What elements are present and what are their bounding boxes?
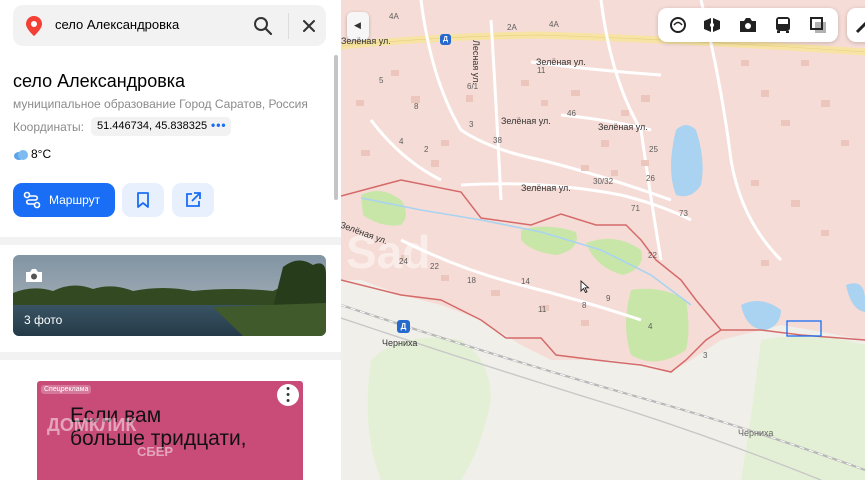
ad-menu-button[interactable]: • • • [277, 383, 299, 407]
layers-icon[interactable] [668, 15, 688, 35]
place-subtitle: муниципальное образование Город Саратов,… [13, 97, 308, 111]
chevron-left-icon: ◀ [354, 20, 361, 30]
bus-stop-icon[interactable]: Д [440, 34, 451, 45]
coordinates-more-button[interactable]: ••• [211, 118, 227, 132]
house-number: 22 [648, 251, 657, 260]
ad-brand-domclick: ДОМКЛИК [47, 415, 137, 435]
house-number: 38 [493, 136, 502, 145]
panel-scrollbar[interactable] [334, 55, 338, 200]
ad-tag: Спецреклама [41, 385, 92, 394]
location-pin-icon [26, 16, 42, 36]
coordinates-value[interactable]: 51.446734, 45.838325 [97, 120, 207, 132]
house-number: 2 [424, 145, 429, 154]
photo-count: 3 фото [24, 313, 63, 327]
house-number: 26 [646, 174, 655, 183]
street-label: Зелёная ул. [341, 36, 391, 46]
house-number: 25 [649, 145, 658, 154]
temperature: 8°C [31, 147, 52, 161]
house-number: 3 [703, 351, 708, 360]
house-number: 6/1 [467, 82, 479, 91]
street-label: Зелёная ул. [521, 183, 571, 193]
share-icon [186, 192, 201, 207]
close-icon[interactable] [296, 13, 322, 39]
house-number: 14 [521, 277, 530, 286]
map-canvas[interactable]: Sad [341, 0, 865, 480]
photo-gallery[interactable]: 3 фото [13, 255, 326, 336]
bookmark-button[interactable] [122, 183, 164, 217]
house-number: 30/32 [593, 177, 614, 186]
ruler-icon [855, 21, 865, 34]
ruler-button[interactable] [847, 8, 865, 42]
bookmark-icon [137, 192, 149, 208]
page-title: село Александровка [13, 71, 186, 91]
map-layers-toolbar [658, 8, 838, 42]
route-button-label: Маршрут [49, 193, 101, 207]
cursor-icon [580, 280, 590, 293]
house-number: 22 [430, 262, 439, 271]
house-number: 11 [537, 66, 546, 75]
house-number: 73 [679, 209, 688, 218]
section-divider [0, 237, 341, 245]
search-divider [288, 13, 289, 39]
house-number: 24 [399, 257, 408, 266]
house-number: 9 [606, 294, 611, 303]
locality-name: Черниха [738, 428, 774, 438]
house-number: 8 [414, 102, 419, 111]
house-number: 46 [567, 109, 576, 118]
street-label: Зелёная ул. [501, 116, 551, 126]
house-number: 4 [648, 322, 653, 331]
search-icon[interactable] [250, 13, 276, 39]
route-icon [23, 191, 41, 209]
house-number: 5 [379, 76, 384, 85]
map-style-icon[interactable] [808, 15, 828, 35]
house-number: 3 [469, 120, 474, 129]
house-number: 71 [631, 204, 640, 213]
place-panel: село Александровка село Александровка му… [0, 0, 341, 480]
train-station-icon[interactable]: Д [397, 320, 410, 333]
search-box[interactable]: село Александровка [13, 5, 326, 46]
bus-icon[interactable] [773, 15, 793, 35]
house-number: 18 [467, 276, 476, 285]
search-input[interactable]: село Александровка [55, 17, 179, 32]
route-button[interactable]: Маршрут [13, 183, 115, 217]
house-number: 11 [538, 305, 547, 314]
house-number: 4А [389, 12, 399, 21]
more-icon: • • • [286, 383, 290, 407]
station-name[interactable]: Черниха [382, 338, 417, 348]
house-number: 8 [582, 301, 587, 310]
street-label: Лесная ул. [471, 40, 481, 85]
cloud-icon [14, 150, 28, 160]
house-number: 4 [399, 137, 404, 146]
camera-layer-icon[interactable] [738, 15, 758, 35]
ad-brand-sber: СБЕР [137, 444, 174, 459]
map-view[interactable]: Sad ◀ Зелёная ул. Зелёная ул. Зелёная ул… [341, 0, 865, 480]
house-number: 4А [549, 20, 559, 29]
ad-banner[interactable]: Спецреклама • • • Если вам больше тридцати… [37, 381, 303, 480]
coordinates-chip[interactable]: 51.446734, 45.838325 ••• [91, 117, 231, 136]
section-divider [0, 352, 341, 360]
coordinates-label: Координаты: [13, 120, 84, 134]
street-label: Зелёная ул. [598, 122, 648, 132]
house-number: 2А [507, 23, 517, 32]
panorama-icon[interactable] [702, 15, 722, 35]
share-button[interactable] [172, 183, 214, 217]
camera-icon [26, 269, 42, 282]
